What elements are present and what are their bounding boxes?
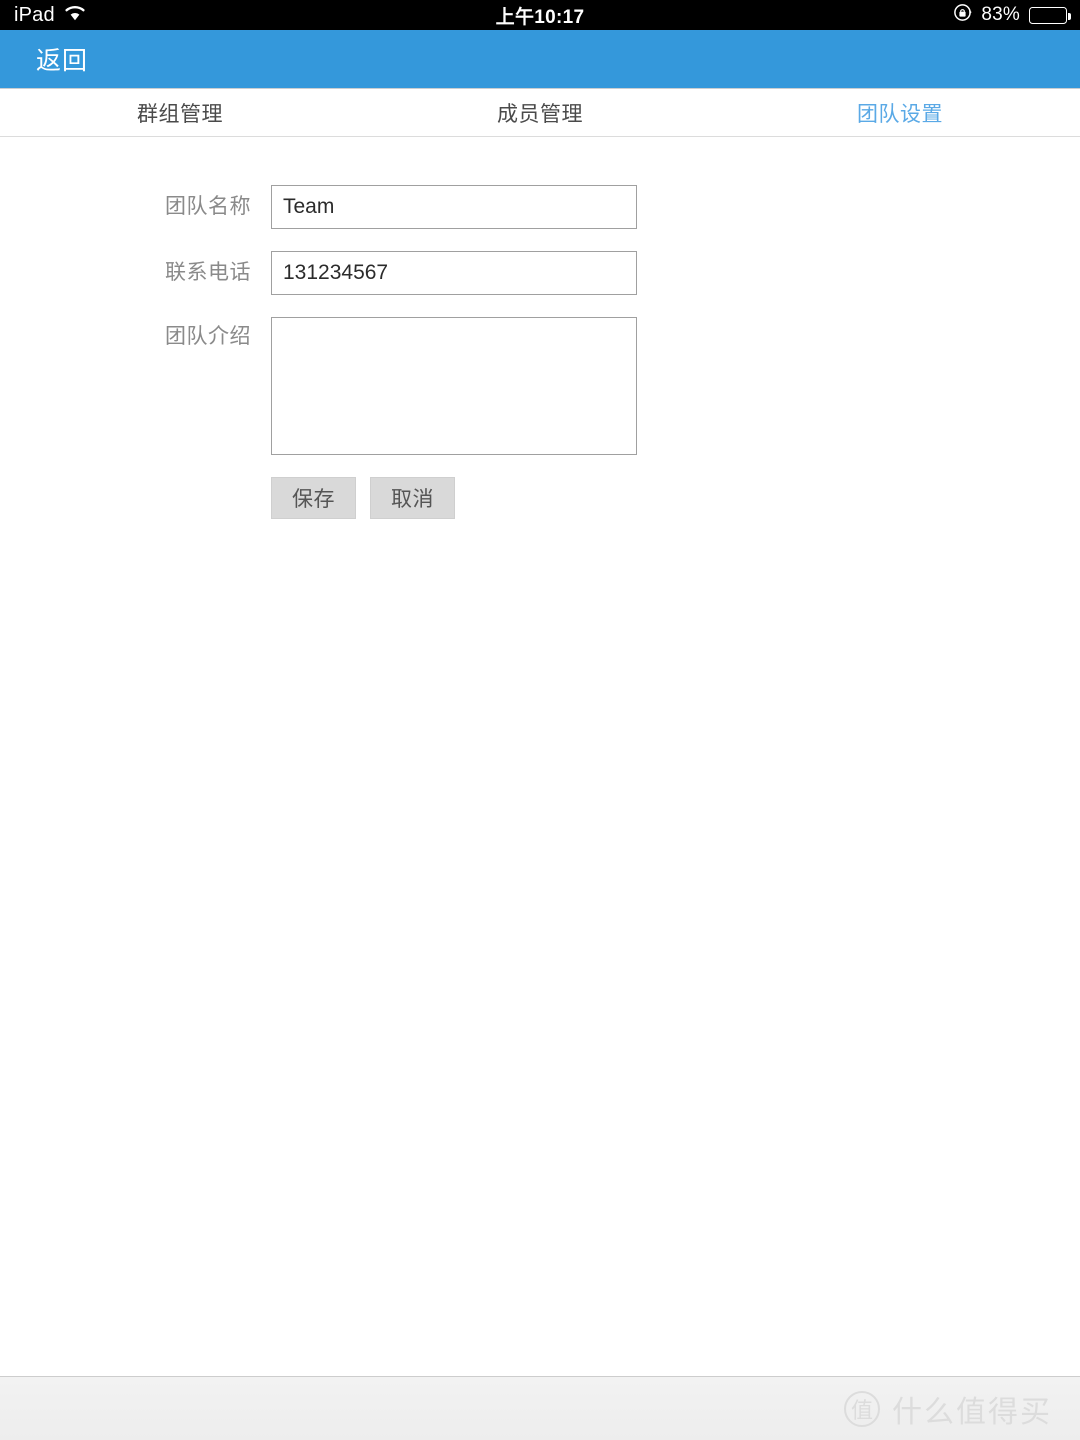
watermark: 值 什么值得买 <box>844 1387 1052 1431</box>
status-bar-clock: 上午10:17 <box>495 6 585 28</box>
status-bar-right: 83% <box>953 0 1071 30</box>
contact-phone-label: 联系电话 <box>165 261 251 284</box>
watermark-label: 什么值得买 <box>892 1395 1052 1429</box>
team-description-label: 团队介绍 <box>165 325 251 348</box>
team-name-label: 团队名称 <box>165 195 251 218</box>
form-row-contact-phone: 联系电话 <box>0 251 1080 295</box>
tab-member-management[interactable]: 成员管理 <box>360 89 720 136</box>
battery-percentage-label: 83% <box>981 4 1020 25</box>
form-row-team-description: 团队介绍 <box>0 317 1080 455</box>
save-button[interactable]: 保存 <box>271 477 356 519</box>
footer-bar: 值 什么值得买 <box>0 1376 1080 1440</box>
tab-group-management[interactable]: 群组管理 <box>0 89 360 136</box>
team-settings-form: 团队名称 联系电话 团队介绍 保存 取消 <box>0 137 1080 519</box>
battery-icon <box>1029 6 1071 24</box>
contact-phone-input[interactable] <box>271 251 637 295</box>
cancel-button[interactable]: 取消 <box>370 477 455 519</box>
tab-team-settings[interactable]: 团队设置 <box>720 89 1080 136</box>
smzdm-logo-icon: 值 <box>844 1390 880 1427</box>
back-button[interactable]: 返回 <box>0 41 88 77</box>
tab-bar: 群组管理 成员管理 团队设置 <box>0 89 1080 137</box>
ios-status-bar: iPad 上午10:17 83% <box>0 0 1080 30</box>
form-actions: 保存 取消 <box>271 477 1080 519</box>
rotation-lock-icon <box>953 3 973 28</box>
team-description-textarea[interactable] <box>271 317 637 455</box>
team-name-input[interactable] <box>271 185 637 229</box>
navigation-header: 返回 <box>0 30 1080 89</box>
form-row-team-name: 团队名称 <box>0 185 1080 229</box>
